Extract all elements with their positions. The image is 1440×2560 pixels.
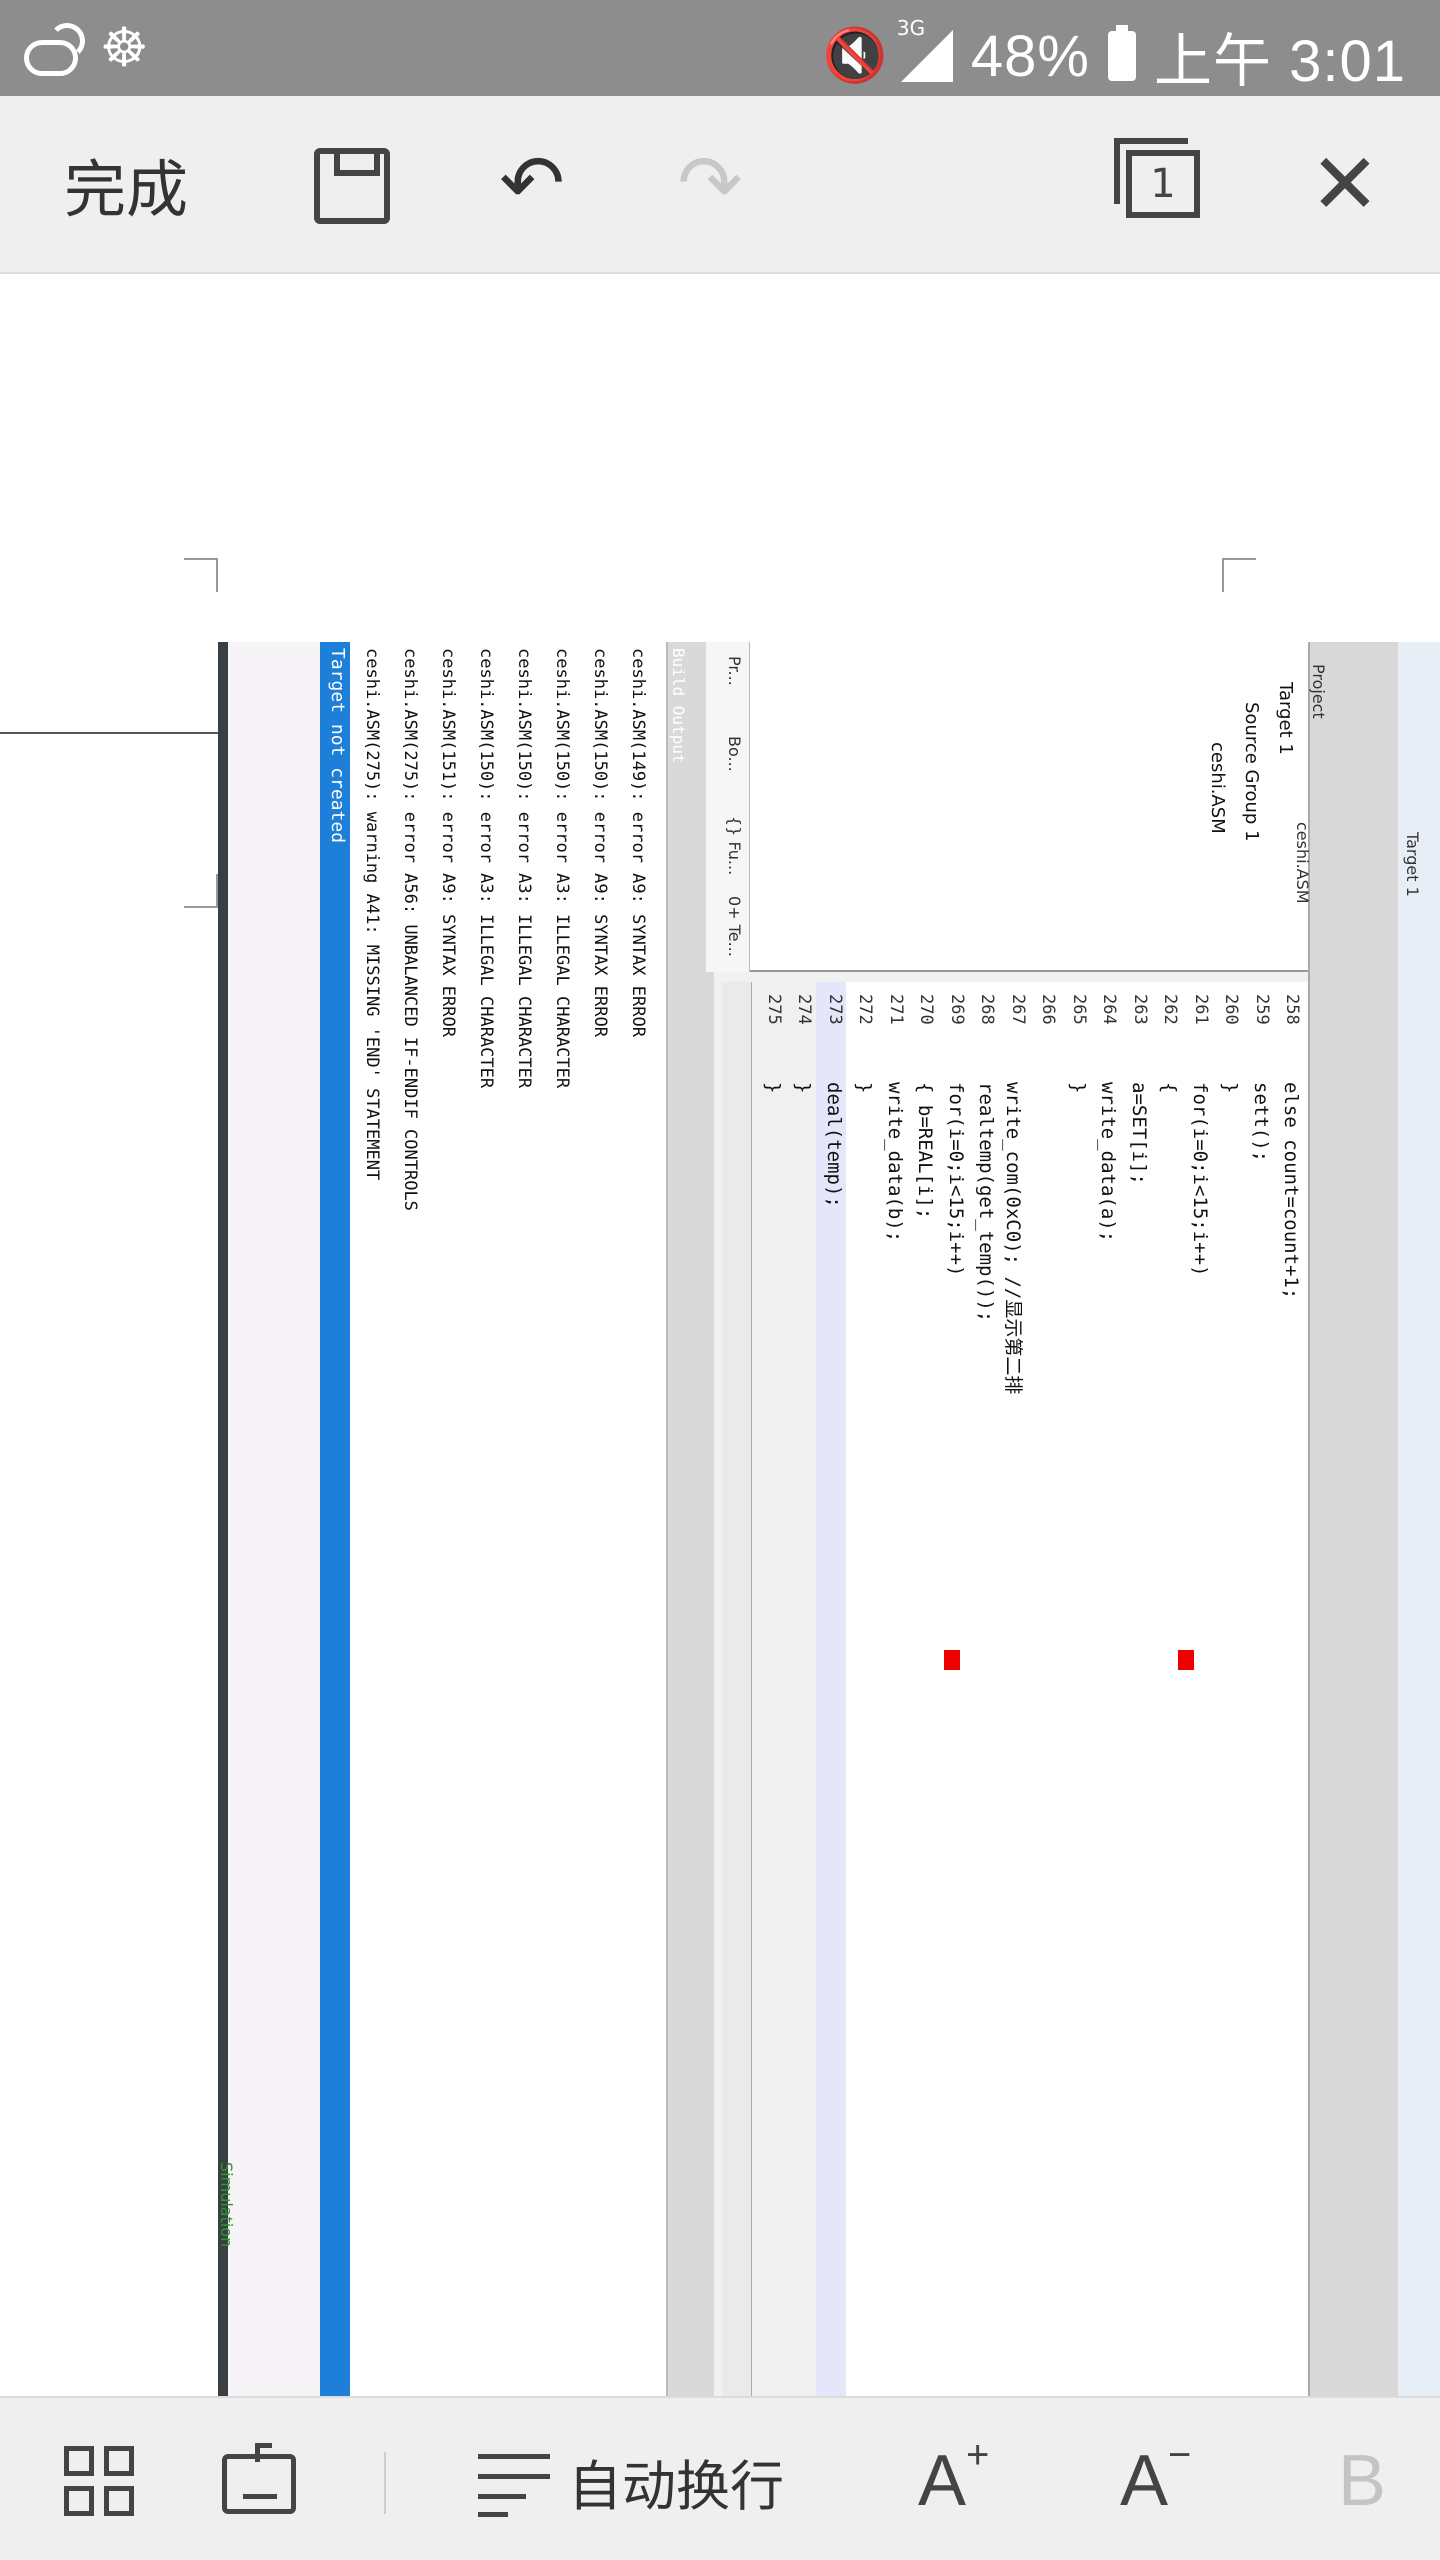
- bottom-toolbar: 自动换行 A + A − B: [0, 2396, 1440, 2560]
- build-output-line: ceshi.ASM(150): error A3: ILLEGAL CHARAC…: [476, 648, 496, 1089]
- line-number: 275: [763, 994, 784, 1025]
- build-output-line: ceshi.ASM(275): warning A41: MISSING 'EN…: [362, 648, 382, 1181]
- project-tab[interactable]: Bo...: [725, 736, 744, 772]
- project-tree-item[interactable]: Target 1: [1275, 682, 1296, 755]
- mute-icon: 🔇: [822, 26, 888, 86]
- done-button[interactable]: 完成: [64, 136, 188, 232]
- save-icon[interactable]: [314, 148, 390, 224]
- line-number: 271: [885, 994, 906, 1025]
- line-number: 274: [794, 994, 814, 1025]
- word-wrap-label[interactable]: 自动换行: [568, 2438, 784, 2524]
- build-output-line: ceshi.ASM(275): error A56: UNBALANCED IF…: [400, 648, 420, 1211]
- project-title: Project: [1309, 664, 1328, 719]
- line-number: 263: [1129, 994, 1150, 1025]
- font-increase-icon[interactable]: A +: [918, 2433, 989, 2524]
- margin-corner-mark: [184, 558, 218, 592]
- code-line: }: [853, 1082, 875, 1094]
- editor-toolbar: 完成 ↶ ↷ 1 ✕: [0, 96, 1440, 274]
- project-tree-item[interactable]: Source Group 1: [1241, 702, 1262, 842]
- font-decrease-icon[interactable]: A −: [1120, 2433, 1191, 2524]
- page-count: 1: [1150, 161, 1176, 207]
- line-number: 262: [1160, 994, 1180, 1025]
- build-status-bar: [320, 642, 350, 2396]
- build-output-panel: [350, 642, 670, 2396]
- clock: 上午 3:01: [1154, 29, 1406, 94]
- battery-percent: 48%: [970, 23, 1090, 89]
- code-line: realtemp(get_temp());: [975, 1082, 997, 1323]
- line-number: 261: [1190, 994, 1211, 1025]
- signal-icon: 3G: [897, 16, 953, 82]
- pages-icon[interactable]: 1: [1114, 138, 1200, 218]
- line-number: 258: [1282, 994, 1302, 1025]
- code-line: a=SET[i];: [1127, 1082, 1150, 1185]
- toolbar-divider: [384, 2452, 386, 2514]
- keyboard-icon[interactable]: [222, 2443, 296, 2514]
- build-output-line: ceshi.ASM(150): error A3: ILLEGAL CHARAC…: [552, 648, 572, 1089]
- battery-icon: [1108, 25, 1136, 81]
- code-line: }: [792, 1082, 814, 1094]
- uc-browser-icon: ☸: [100, 16, 149, 79]
- weather-cloud-icon: [24, 23, 85, 76]
- close-icon[interactable]: ✕: [1300, 135, 1390, 233]
- line-number: 268: [977, 994, 997, 1025]
- line-number: 273: [824, 994, 845, 1025]
- code-line: write_data(b);: [883, 1082, 906, 1243]
- line-number: 265: [1068, 994, 1089, 1025]
- margin-corner-mark: [1222, 558, 1256, 592]
- code-line: sett();: [1249, 1082, 1272, 1163]
- code-line: for(i=0;i<15;i++): [944, 1082, 967, 1277]
- bold-icon[interactable]: B: [1338, 2438, 1386, 2524]
- build-output-line: ceshi.ASM(150): error A9: SYNTAX ERROR: [590, 648, 610, 1037]
- code-line: write_data(a);: [1097, 1082, 1119, 1243]
- code-line: }: [1219, 1082, 1241, 1094]
- simulation-label: Simulation: [218, 2162, 236, 2248]
- error-marker: [944, 1650, 960, 1670]
- code-line: deal(temp);: [822, 1082, 845, 1208]
- embedded-ide-screenshot[interactable]: Simulation Target not created Build Outp…: [218, 642, 1440, 2396]
- project-tree-item[interactable]: ceshi.ASM: [1207, 742, 1228, 834]
- apps-grid-icon[interactable]: [64, 2446, 136, 2518]
- word-wrap-icon[interactable]: [478, 2450, 558, 2520]
- line-number: 270: [916, 994, 936, 1025]
- undo-icon[interactable]: ↶: [492, 136, 572, 232]
- build-output-line: ceshi.ASM(150): error A3: ILLEGAL CHARAC…: [514, 648, 534, 1089]
- code-line: {: [1158, 1082, 1180, 1094]
- line-number: 264: [1099, 994, 1119, 1025]
- ide-toolbar: [1398, 642, 1440, 2396]
- code-line: write_com(0xC0); //显示第二排: [1001, 1082, 1024, 1395]
- build-output-title: Build Output: [669, 648, 688, 764]
- status-pane: Simulation: [218, 642, 324, 2396]
- margin-corner-mark: [184, 874, 218, 908]
- project-tab[interactable]: {} Fu...: [725, 816, 744, 875]
- build-output-line: ceshi.ASM(149): error A9: SYNTAX ERROR: [628, 648, 648, 1037]
- network-type: 3G: [896, 16, 926, 40]
- line-number: 259: [1251, 994, 1272, 1025]
- build-output-line: ceshi.ASM(151): error A9: SYNTAX ERROR: [438, 648, 458, 1037]
- status-bar: ☸ 🔇 3G 48% 上午 3:01: [0, 0, 1440, 96]
- dark-edge: [218, 642, 228, 2396]
- line-number-gutter: [752, 982, 816, 2396]
- code-line: else count=count+1;: [1280, 1082, 1302, 1300]
- project-tab[interactable]: Pr...: [725, 656, 744, 686]
- error-marker: [1178, 1650, 1194, 1670]
- line-number: 269: [946, 994, 967, 1025]
- code-line: { b=REAL[i];: [914, 1082, 936, 1220]
- target-select[interactable]: Target 1: [1403, 832, 1422, 897]
- line-number: 267: [1007, 994, 1028, 1025]
- line-number: 266: [1038, 994, 1058, 1025]
- code-line: }: [1066, 1082, 1089, 1094]
- build-status-text: Target not created: [327, 648, 348, 844]
- editor-scrollbar[interactable]: [722, 982, 752, 2396]
- line-number: 260: [1221, 994, 1241, 1025]
- project-tab[interactable]: 0+ Te...: [725, 896, 744, 957]
- redo-icon[interactable]: ↷: [670, 136, 750, 232]
- editor-tab[interactable]: ceshi.ASM: [1293, 822, 1312, 904]
- code-line: }: [761, 1082, 784, 1094]
- code-line: for(i=0;i<15;i++): [1188, 1082, 1211, 1277]
- line-number: 272: [855, 994, 875, 1025]
